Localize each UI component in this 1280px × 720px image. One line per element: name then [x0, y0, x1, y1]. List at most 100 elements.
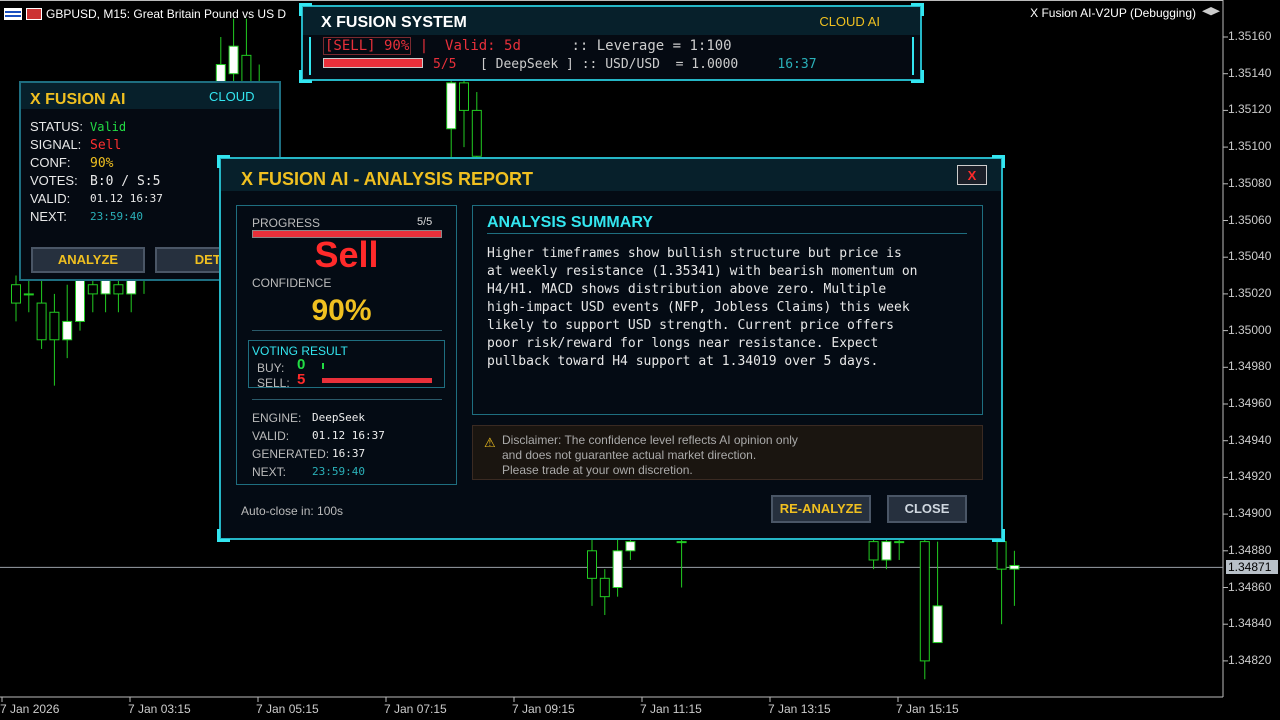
candle-body [625, 541, 636, 552]
system-divider: | [419, 38, 429, 54]
price-tick-label: 1.34900 [1228, 506, 1272, 521]
summary-line: at weekly resistance (1.35341) with bear… [487, 264, 918, 279]
analysis-report-dialog: X FUSION AI - ANALYSIS REPORT X PROGRESS… [217, 155, 1005, 542]
corner-accent [299, 70, 312, 83]
system-cloud-label: CLOUD AI [819, 14, 880, 29]
next-value: 23:59:40 [312, 465, 365, 478]
engine-value: DeepSeek [312, 411, 365, 424]
price-tick-label: 1.35060 [1228, 212, 1272, 227]
candle-body [62, 320, 73, 341]
corner-accent [299, 3, 312, 16]
disclaimer-line: Disclaimer: The confidence level reflect… [502, 433, 798, 447]
time-tick-label: 7 Jan 15:15 [896, 702, 959, 716]
time-tick-label: 7 Jan 11:15 [640, 702, 702, 716]
system-progress-bar [323, 58, 423, 68]
divider [487, 233, 967, 234]
valid-value: 01.12 16:37 [312, 429, 385, 442]
disclaimer-line: and does not guarantee actual market dir… [502, 448, 757, 462]
candle-body [87, 284, 98, 295]
candle-body [228, 45, 239, 75]
candle-body [36, 302, 47, 341]
candle-body [113, 284, 124, 295]
price-tick-label: 1.35000 [1228, 322, 1272, 337]
summary-line: Higher timeframes show bullish structure… [487, 246, 902, 261]
price-tick-label: 1.34880 [1228, 542, 1272, 557]
progress-value: 5/5 [417, 216, 433, 228]
system-panel-title: X FUSION SYSTEM [321, 14, 467, 31]
generated-value: 16:37 [332, 447, 366, 460]
one-click-trading-icon[interactable] [26, 8, 42, 20]
system-engine: [ DeepSeek ] [479, 57, 574, 72]
corner-accent [217, 529, 230, 542]
disclaimer-text: Disclaimer: The confidence level reflect… [502, 433, 798, 478]
reanalyze-button[interactable]: RE-ANALYZE [771, 495, 871, 523]
candle-body [1009, 564, 1020, 570]
price-tick-label: 1.34960 [1228, 396, 1272, 410]
corner-accent [217, 155, 230, 168]
price-tick-label: 1.35140 [1228, 65, 1272, 80]
system-rate: :: USD/USD = 1.0000 [581, 57, 739, 72]
close-button[interactable]: CLOSE [887, 495, 967, 523]
candle-body [11, 284, 21, 304]
system-row-engine: 5/5 [ DeepSeek ] :: USD/USD = 1.0000 16:… [433, 57, 817, 72]
summary-panel: ANALYSIS SUMMARY Higher timeframes show … [472, 205, 983, 415]
disclaimer-box: ⚠ Disclaimer: The confidence level refle… [472, 425, 983, 480]
price-tick-label: 1.35160 [1228, 29, 1272, 43]
current-price-label: 1.34871 [1226, 560, 1278, 574]
candle-body [241, 54, 252, 84]
system-leverage: :: Leverage = 1:100 [571, 38, 732, 54]
candle-body [459, 82, 469, 111]
chart-menu-icon[interactable] [4, 8, 22, 20]
time-tick-label: 7 Jan 03:15 [128, 702, 191, 716]
corner-accent [992, 155, 1005, 168]
disclaimer-line: Please trade at your own discretion. [502, 463, 693, 477]
candle-body [446, 82, 457, 130]
conf-label: CONF: [30, 155, 71, 170]
buy-bar [322, 363, 324, 369]
candle-body [676, 541, 687, 544]
close-x-button[interactable]: X [957, 165, 987, 185]
price-tick-label: 1.35020 [1228, 285, 1272, 300]
summary-line: high-impact USD events (NFP, Jobless Cla… [487, 300, 910, 315]
summary-line: likely to support USD strength. Current … [487, 318, 894, 333]
valid-value: 01.12 16:37 [90, 192, 163, 205]
autoclose-text: Auto-close in: 100s [241, 504, 344, 518]
price-tick-label: 1.34840 [1228, 616, 1272, 631]
candle-body [894, 541, 905, 544]
valid-label: VALID: [30, 191, 71, 206]
corner-accent [911, 3, 924, 16]
system-valid: Valid: 5d [445, 38, 521, 54]
next-label: NEXT: [252, 465, 287, 479]
summary-line: poor risk/reward for longs near resistan… [487, 336, 879, 351]
candle-body [49, 311, 60, 341]
report-title: X FUSION AI - ANALYSIS REPORT [241, 169, 534, 189]
system-progress: 5/5 [433, 57, 457, 72]
price-tick-label: 1.34940 [1228, 432, 1272, 447]
candle-body [75, 275, 85, 322]
candle-body [599, 577, 610, 598]
conf-value: 90% [90, 156, 114, 171]
expert-advisor-label[interactable]: X Fusion AI-V2UP (Debugging) [1030, 6, 1220, 20]
price-tick-label: 1.35040 [1228, 249, 1272, 264]
price-tick-label: 1.34820 [1228, 652, 1272, 667]
summary-line: pullback toward H4 support at 1.34019 ov… [487, 354, 879, 369]
time-tick-label: 7 Jan 07:15 [384, 702, 447, 716]
corner-accent [911, 70, 924, 83]
symbol-text: GBPUSD, M15: Great Britain Pound vs US D [46, 7, 287, 21]
next-label: NEXT: [30, 209, 67, 224]
sell-bar [322, 378, 432, 383]
graduation-cap-icon [1202, 7, 1220, 16]
votes-label: VOTES: [30, 173, 78, 188]
system-time: 16:37 [777, 57, 817, 72]
analyze-button[interactable]: ANALYZE [31, 247, 145, 273]
valid-label: VALID: [252, 429, 290, 443]
signal-label: SIGNAL: [30, 137, 82, 152]
price-tick-label: 1.34860 [1228, 579, 1272, 594]
sell-label: SELL: [257, 376, 290, 390]
candle-body [996, 541, 1007, 570]
stats-panel: PROGRESS 5/5 Sell CONFIDENCE 90% VOTING … [236, 205, 457, 485]
price-tick-label: 1.34980 [1228, 359, 1272, 374]
progress-label: PROGRESS [252, 216, 321, 230]
status-label: STATUS: [30, 119, 83, 134]
system-panel: X FUSION SYSTEM CLOUD AI [SELL] 90% | Va… [299, 3, 924, 83]
